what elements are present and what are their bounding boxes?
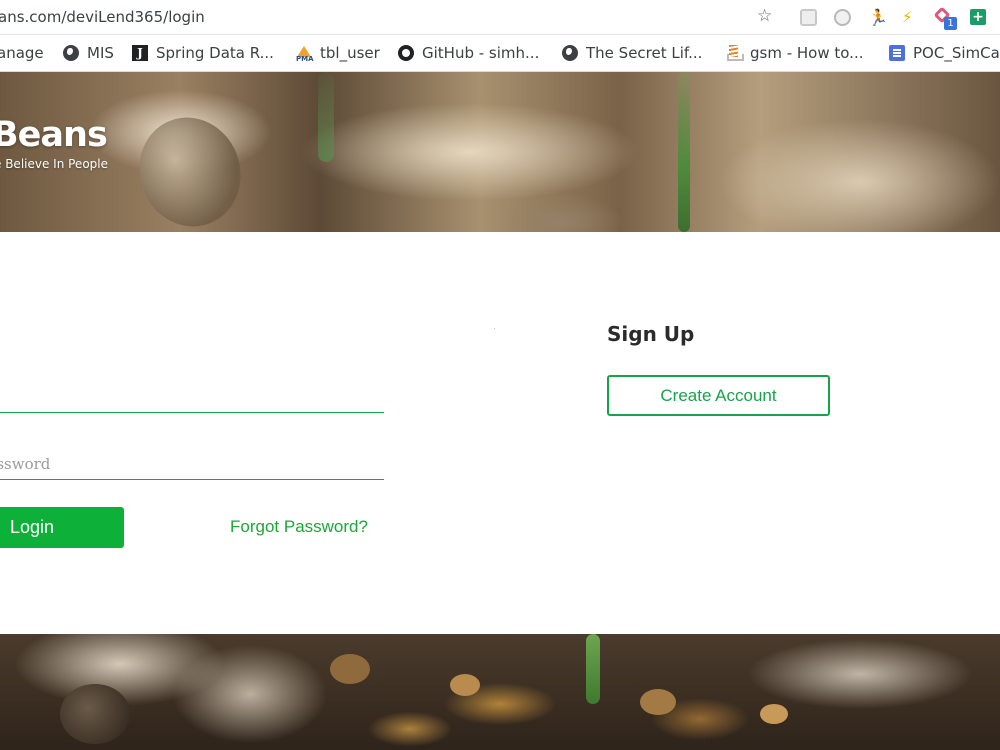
- browser-address-bar: ans.com/deviLend365/login ☆ 🏃 ⚡ 1 +: [0, 0, 1000, 35]
- login-page-content: Login Forgot Password? Sign Up Create Ac…: [0, 232, 1000, 634]
- bookmark-secret-life[interactable]: The Secret Lif...: [562, 44, 702, 62]
- bookmark-label: gsm - How to...: [750, 44, 864, 62]
- bookmark-label: The Secret Lif...: [586, 44, 703, 62]
- hero-banner: Beans e Believe In People: [0, 72, 1000, 232]
- url-field[interactable]: ans.com/deviLend365/login: [0, 8, 205, 26]
- plus-extension-icon[interactable]: +: [970, 9, 986, 25]
- stackoverflow-icon: [726, 45, 744, 61]
- bookmark-label: Spring Data R...: [156, 44, 274, 62]
- extension-icon-2[interactable]: [834, 9, 851, 26]
- soil-speck: [330, 654, 370, 684]
- soil-speck: [450, 674, 480, 696]
- bookmark-label: anage: [0, 44, 44, 62]
- bookmark-spring-data[interactable]: J Spring Data R...: [132, 44, 274, 62]
- soil-speck: [760, 704, 788, 724]
- github-icon: [398, 45, 414, 61]
- soil-speck: [640, 689, 676, 715]
- globe-icon: [562, 45, 578, 61]
- coffee-bean-image: [124, 103, 256, 232]
- google-docs-icon: [889, 45, 905, 61]
- bookmark-label: POC_SimCar: [913, 44, 1000, 62]
- bookmark-poc-simcar[interactable]: POC_SimCar: [889, 44, 1000, 62]
- login-button[interactable]: Login: [0, 507, 124, 548]
- bookmark-star-icon[interactable]: ☆: [757, 6, 772, 26]
- lightning-extension-icon[interactable]: ⚡: [902, 9, 919, 26]
- bookmark-mis[interactable]: MIS: [63, 44, 114, 62]
- divider-dot: [494, 328, 495, 329]
- brand-tagline: e Believe In People: [0, 157, 108, 171]
- bookmark-label: GitHub - simh...: [422, 44, 540, 62]
- seed-image: [60, 684, 130, 744]
- bookmark-tbl-user[interactable]: PMA tbl_user: [296, 44, 380, 63]
- brand-logo[interactable]: Beans: [0, 115, 108, 155]
- phpmyadmin-icon: PMA: [296, 45, 314, 63]
- diamond-extension-icon[interactable]: 1: [933, 6, 957, 30]
- sprout-image: [678, 72, 690, 232]
- forgot-password-link[interactable]: Forgot Password?: [230, 517, 368, 537]
- footer-soil-image: [0, 634, 1000, 750]
- signup-heading: Sign Up: [607, 322, 695, 346]
- bookmark-manage[interactable]: anage: [0, 44, 44, 62]
- extension-icon-1[interactable]: [800, 9, 817, 26]
- sprout-image: [586, 634, 600, 704]
- runner-extension-icon[interactable]: 🏃: [868, 9, 888, 26]
- bookmarks-bar: anage MIS J Spring Data R... PMA tbl_use…: [0, 35, 1000, 72]
- bookmark-github[interactable]: GitHub - simh...: [398, 44, 539, 62]
- bookmark-label: MIS: [87, 44, 114, 62]
- globe-icon: [63, 45, 79, 61]
- j-icon: J: [132, 45, 148, 61]
- bookmark-gsm[interactable]: gsm - How to...: [726, 44, 864, 62]
- create-account-button[interactable]: Create Account: [607, 375, 830, 416]
- sprout-image: [318, 72, 334, 162]
- extension-badge: 1: [944, 17, 957, 30]
- password-field[interactable]: [0, 448, 384, 480]
- email-field[interactable]: [0, 381, 384, 413]
- bookmark-label: tbl_user: [320, 44, 380, 62]
